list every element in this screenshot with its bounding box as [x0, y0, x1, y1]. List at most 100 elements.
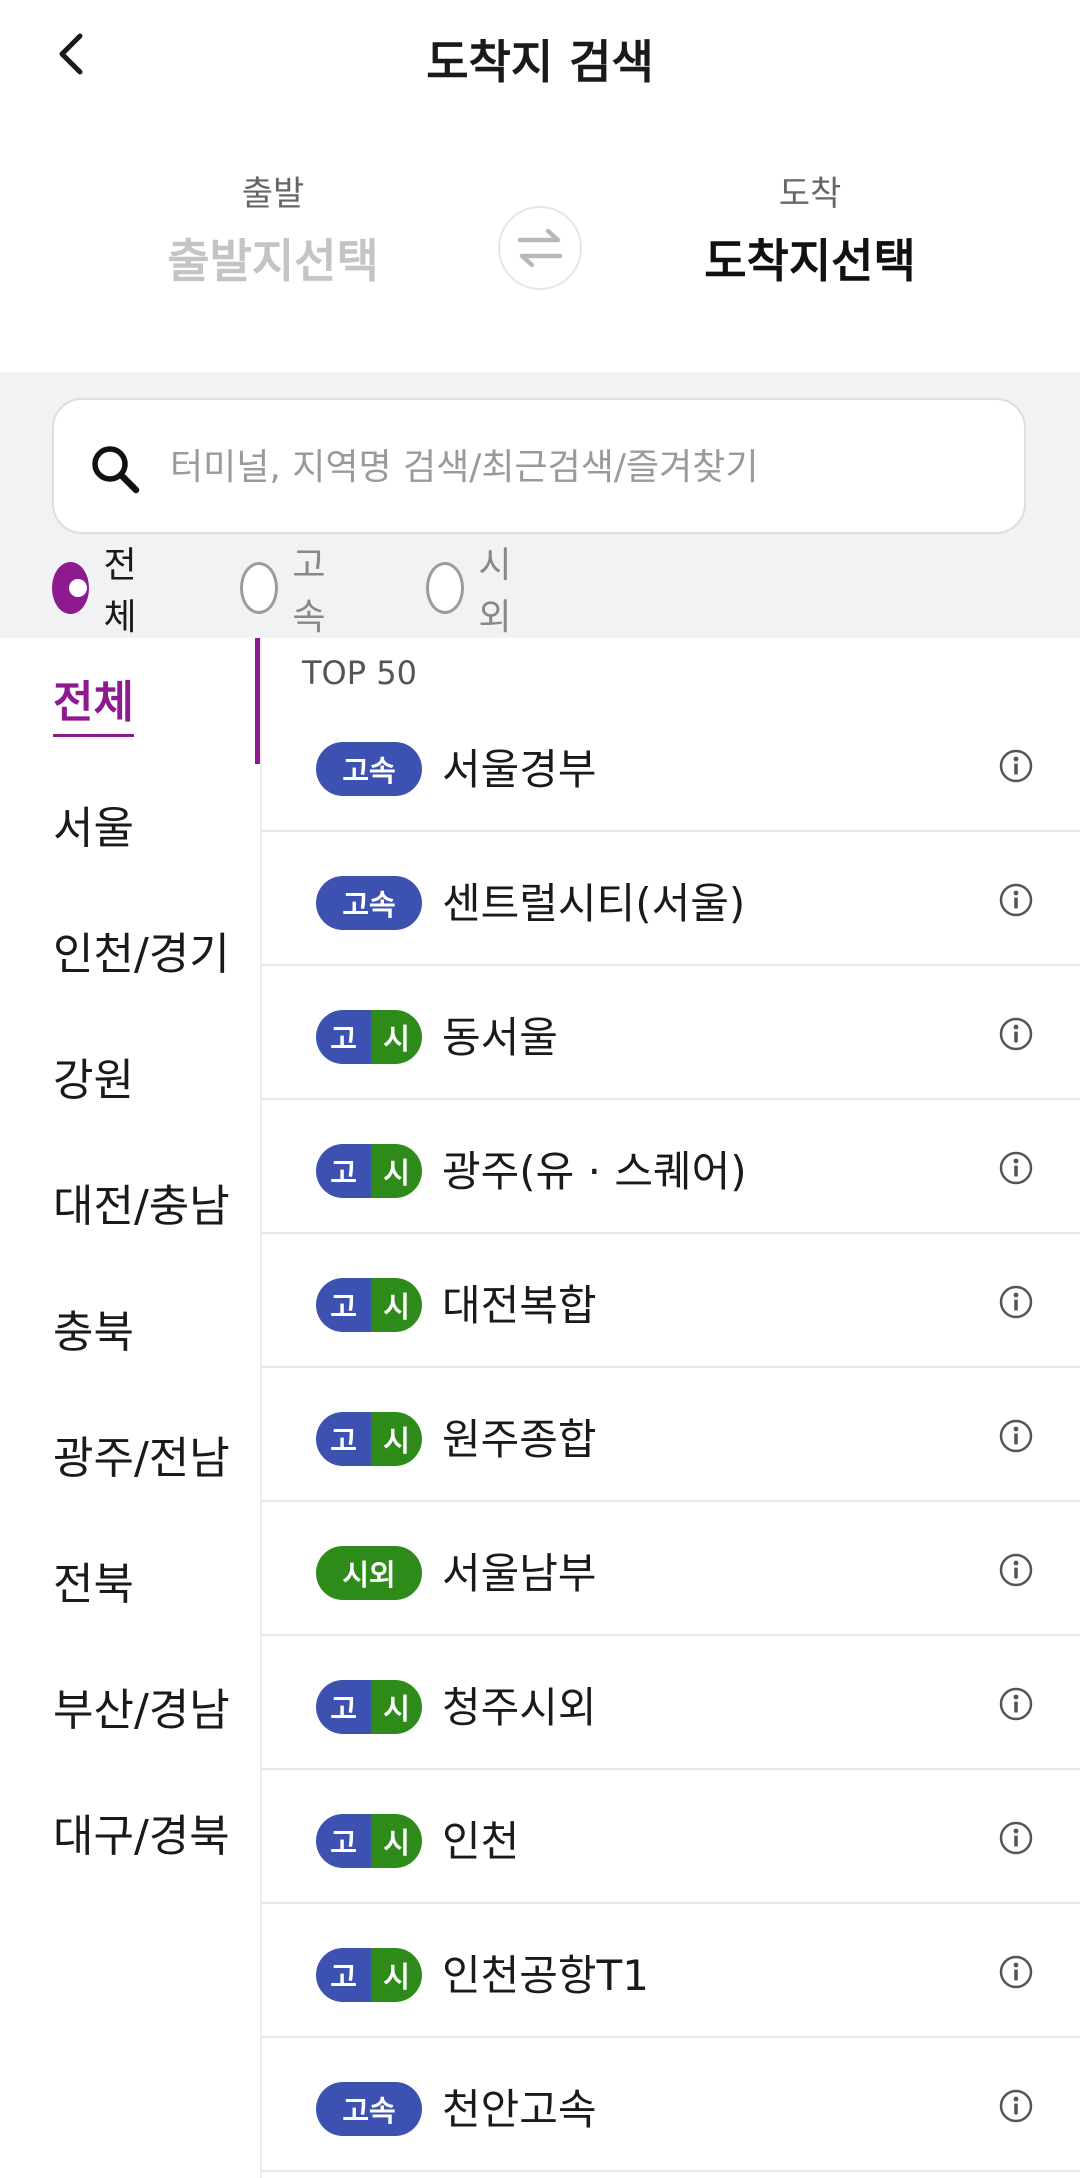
terminal-name: 인천: [442, 1817, 520, 1866]
sidebar-item-daejeon-chungnam[interactable]: 대전/충남: [0, 1142, 260, 1268]
radio-unchecked-icon: [240, 562, 279, 614]
badge-express-text: 고: [316, 1278, 372, 1332]
info-icon[interactable]: [998, 1284, 1034, 1320]
sidebar-item-chungbuk[interactable]: 충북: [0, 1268, 260, 1394]
terminal-row[interactable]: 고시 인천공항T1: [262, 1904, 1080, 2038]
arrival-selector[interactable]: 도착 도착지선택: [610, 166, 1010, 291]
filter-intercity-label: 시외: [478, 545, 512, 638]
list-heading: TOP 50: [302, 654, 417, 692]
search-input[interactable]: [170, 430, 990, 504]
route-selector: 출발 출발지선택 도착 도착지선택: [0, 116, 1080, 372]
departure-label: 출발: [241, 174, 305, 214]
search-area: 전체 고속 시외: [0, 372, 1080, 638]
radio-unchecked-icon: [426, 562, 465, 614]
sidebar-item-label: 광주/전남: [53, 1433, 230, 1484]
badge-express-text: 고: [316, 1144, 372, 1198]
filter-all-radio[interactable]: 전체: [52, 545, 151, 638]
badge-intercity-text: 시: [371, 1412, 422, 1466]
badge-intercity-text: 시: [371, 1278, 422, 1332]
terminal-row[interactable]: 고속 센트럴시티(서울): [262, 832, 1080, 966]
departure-selector[interactable]: 출발 출발지선택: [73, 166, 473, 291]
terminal-name: 서울남부: [442, 1549, 597, 1598]
header: 도착지 검색: [0, 0, 1080, 116]
sidebar-item-daegu-gyeongbuk[interactable]: 대구/경북: [0, 1772, 260, 1898]
express-badge: 고속: [316, 876, 422, 930]
info-icon[interactable]: [998, 1686, 1034, 1722]
terminal-name: 센트럴시티(서울): [442, 879, 746, 928]
sidebar-item-label: 대구/경북: [53, 1811, 230, 1862]
sidebar-item-label: 서울: [53, 803, 134, 854]
terminal-name: 청주시외: [442, 1683, 597, 1732]
sidebar-item-seoul[interactable]: 서울: [0, 764, 260, 890]
arrival-label: 도착: [778, 174, 842, 214]
terminal-row[interactable]: 고속 천안고속: [262, 2038, 1080, 2172]
express-intercity-badge: 고시: [316, 1010, 422, 1064]
express-intercity-badge: 고시: [316, 1144, 422, 1198]
sidebar-item-label: 전체: [53, 666, 134, 737]
terminal-row[interactable]: 시외 서울남부: [262, 1502, 1080, 1636]
terminal-name: 서울경부: [442, 745, 597, 794]
terminal-row[interactable]: 고속 서울경부: [262, 698, 1080, 832]
badge-intercity-text: 시: [371, 1144, 422, 1198]
sidebar-item-busan-gyeongnam[interactable]: 부산/경남: [0, 1646, 260, 1772]
sidebar-item-gangwon[interactable]: 강원: [0, 1016, 260, 1142]
filter-express-radio[interactable]: 고속: [240, 545, 339, 638]
badge-express-text: 고: [316, 1412, 372, 1466]
badge-text: 고속: [316, 742, 422, 796]
sidebar-item-label: 인천/경기: [53, 929, 230, 980]
terminal-list: TOP 50 고속 서울경부 고속 센트럴시티(서울) 고시 동서울 고시 광주…: [262, 638, 1080, 2178]
terminal-name: 대전복합: [442, 1281, 597, 1330]
sidebar-item-label: 전북: [53, 1559, 134, 1610]
info-icon[interactable]: [998, 1552, 1034, 1588]
info-icon[interactable]: [998, 1418, 1034, 1454]
badge-express-text: 고: [316, 1010, 372, 1064]
filter-intercity-radio[interactable]: 시외: [426, 545, 525, 638]
swap-arrows-icon: [517, 228, 563, 268]
terminal-row[interactable]: 고시 대전복합: [262, 1234, 1080, 1368]
info-icon[interactable]: [998, 1820, 1034, 1856]
info-icon[interactable]: [998, 1150, 1034, 1186]
sidebar-item-label: 충북: [53, 1307, 134, 1358]
badge-intercity-text: 시: [371, 1680, 422, 1734]
sidebar-item-all[interactable]: 전체: [0, 638, 261, 764]
badge-text: 시외: [316, 1546, 422, 1600]
search-box[interactable]: [52, 398, 1026, 534]
swap-button[interactable]: [498, 206, 582, 290]
terminal-row[interactable]: 고시 인천: [262, 1770, 1080, 1904]
express-intercity-badge: 고시: [316, 1948, 422, 2002]
info-icon[interactable]: [998, 1954, 1034, 1990]
sidebar-item-jeonbuk[interactable]: 전북: [0, 1520, 260, 1646]
terminal-row[interactable]: 고시 청주시외: [262, 1636, 1080, 1770]
badge-express-text: 고: [316, 1680, 372, 1734]
terminal-row[interactable]: 고시 동서울: [262, 966, 1080, 1100]
badge-text: 고속: [316, 876, 422, 930]
badge-intercity-text: 시: [371, 1010, 422, 1064]
sidebar-item-gwangju-jeonnam[interactable]: 광주/전남: [0, 1394, 260, 1520]
filter-all-label: 전체: [103, 545, 137, 638]
sidebar-item-label: 대전/충남: [53, 1181, 230, 1232]
sidebar-item-label: 부산/경남: [53, 1685, 230, 1736]
badge-text: 고속: [316, 2082, 422, 2136]
terminal-row[interactable]: 고시 원주종합: [262, 1368, 1080, 1502]
badge-express-text: 고: [316, 1814, 372, 1868]
info-icon[interactable]: [998, 882, 1034, 918]
info-icon[interactable]: [998, 1016, 1034, 1052]
search-icon: [92, 446, 140, 494]
terminal-name: 광주(유 · 스퀘어): [442, 1147, 747, 1196]
terminal-name: 천안고속: [442, 2085, 597, 2134]
intercity-badge: 시외: [316, 1546, 422, 1600]
badge-intercity-text: 시: [371, 1814, 422, 1868]
sidebar-item-incheon-gyeonggi[interactable]: 인천/경기: [0, 890, 260, 1016]
page-title: 도착지 검색: [426, 35, 654, 89]
badge-intercity-text: 시: [371, 1948, 422, 2002]
express-intercity-badge: 고시: [316, 1680, 422, 1734]
region-sidebar: 전체 서울 인천/경기 강원 대전/충남 충북 광주/전남 전북 부산/경남 대…: [0, 638, 261, 2178]
info-icon[interactable]: [998, 748, 1034, 784]
info-icon[interactable]: [998, 2088, 1034, 2124]
arrival-value[interactable]: 도착지선택: [610, 225, 1010, 291]
express-intercity-badge: 고시: [316, 1412, 422, 1466]
terminal-row[interactable]: 고시 광주(유 · 스퀘어): [262, 1100, 1080, 1234]
terminal-name: 원주종합: [442, 1415, 597, 1464]
terminal-name: 인천공항T1: [442, 1951, 649, 2000]
departure-value[interactable]: 출발지선택: [73, 225, 473, 291]
